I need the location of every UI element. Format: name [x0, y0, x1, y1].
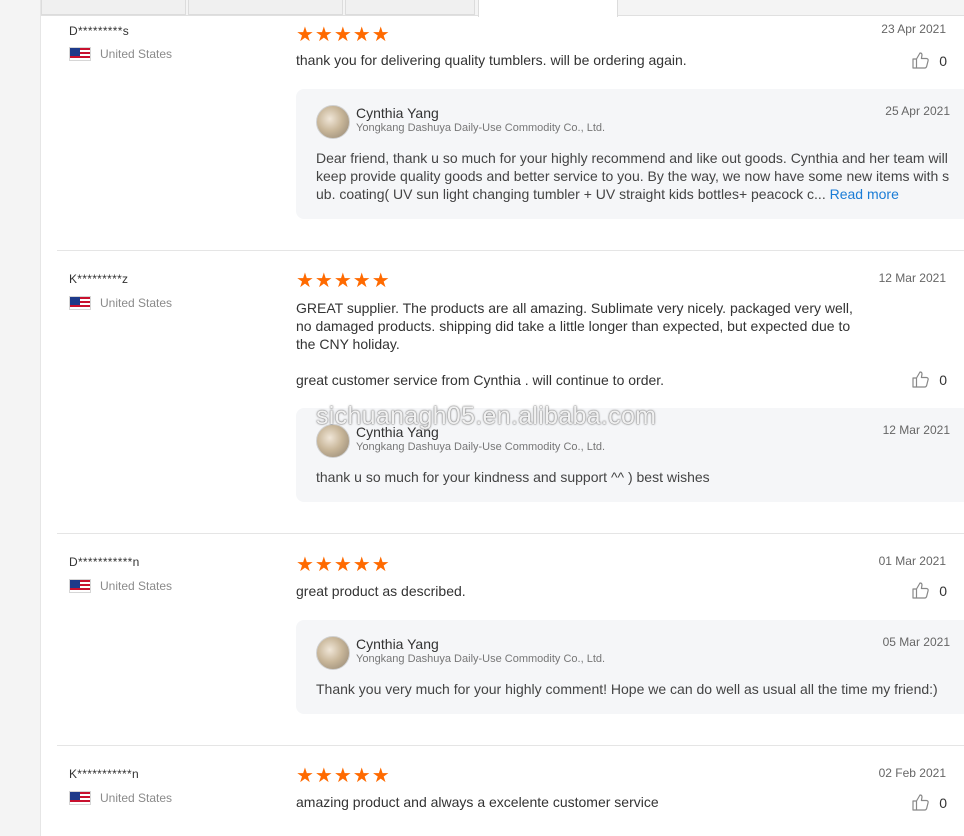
- star-rating: ★★★★★: [296, 24, 391, 46]
- reviewer-country: United States: [69, 791, 172, 805]
- review-date: 12 Mar 2021: [878, 271, 946, 285]
- country-label: United States: [100, 579, 173, 593]
- review-text: thank you for delivering quality tumbler…: [296, 52, 687, 68]
- review-text: GREAT supplier. The products are all ama…: [296, 300, 853, 352]
- thumbs-up-icon: [912, 371, 929, 388]
- review-date: 01 Mar 2021: [878, 554, 946, 568]
- reply-company: Yongkang Dashuya Daily-Use Commodity Co.…: [356, 653, 606, 665]
- reply-text: Dear friend, thank u so much for your hi…: [316, 149, 952, 203]
- reply-author: Cynthia Yang: [356, 105, 439, 121]
- reviewer-name: D*********s: [69, 24, 129, 38]
- review-text: amazing product and always a excelente c…: [296, 794, 659, 810]
- thumbs-up-icon: [912, 794, 929, 811]
- supplier-reply: Cynthia Yang Yongkang Dashuya Daily-Use …: [296, 89, 964, 219]
- reply-text: thank u so much for your kindness and su…: [316, 469, 710, 485]
- review-text-2: great customer service from Cynthia . wi…: [296, 372, 665, 388]
- reply-date: 12 Mar 2021: [882, 423, 950, 437]
- star-rating: ★★★★★: [296, 270, 391, 292]
- supplier-reply: Cynthia Yang Yongkang Dashuya Daily-Use …: [296, 620, 964, 714]
- like-count: 0: [939, 794, 947, 811]
- country-label: United States: [100, 47, 173, 61]
- like-button[interactable]: 0: [912, 52, 947, 69]
- reviewer-name: K***********n: [69, 767, 139, 781]
- like-count: 0: [939, 52, 947, 69]
- supplier-avatar: [316, 636, 350, 670]
- review-item: K***********n United States ★★★★★ 02 Feb…: [57, 746, 964, 836]
- reply-date: 25 Apr 2021: [885, 104, 950, 118]
- review-item: K*********z United States ★★★★★ 12 Mar 2…: [57, 251, 964, 533]
- review-item: D***********n United States ★★★★★ 01 Mar…: [57, 534, 964, 745]
- like-button[interactable]: 0: [912, 582, 947, 599]
- reviewer-country: United States: [69, 579, 172, 593]
- reviewer-name: D***********n: [69, 555, 140, 569]
- star-rating: ★★★★★: [296, 554, 391, 576]
- like-count: 0: [939, 371, 947, 388]
- us-flag-icon: [69, 296, 91, 310]
- thumbs-up-icon: [912, 52, 929, 69]
- us-flag-icon: [69, 47, 91, 61]
- country-label: United States: [100, 296, 173, 310]
- reviewer-name: K*********z: [69, 272, 129, 286]
- reply-author: Cynthia Yang: [356, 636, 439, 652]
- us-flag-icon: [69, 791, 91, 805]
- review-text: great product as described.: [296, 583, 466, 599]
- supplier-avatar: [316, 105, 350, 139]
- reply-company: Yongkang Dashuya Daily-Use Commodity Co.…: [356, 122, 606, 134]
- watermark: sichuanagh05.en.alibaba.com: [316, 402, 657, 430]
- read-more-link[interactable]: Read more: [830, 186, 899, 202]
- left-margin: [0, 0, 41, 836]
- review-item: D*********s United States ★★★★★ 23 Apr 2…: [57, 0, 964, 250]
- reply-text: Thank you very much for your highly comm…: [316, 681, 938, 697]
- country-label: United States: [100, 791, 173, 805]
- like-button[interactable]: 0: [912, 794, 947, 811]
- us-flag-icon: [69, 579, 91, 593]
- reply-date: 05 Mar 2021: [882, 635, 950, 649]
- thumbs-up-icon: [912, 582, 929, 599]
- like-count: 0: [939, 582, 947, 599]
- reviewer-country: United States: [69, 296, 172, 310]
- reply-company: Yongkang Dashuya Daily-Use Commodity Co.…: [356, 441, 606, 453]
- reviewer-country: United States: [69, 47, 172, 61]
- review-date: 23 Apr 2021: [881, 22, 946, 36]
- review-date: 02 Feb 2021: [878, 766, 946, 780]
- like-button[interactable]: 0: [912, 371, 947, 388]
- star-rating: ★★★★★: [296, 765, 391, 787]
